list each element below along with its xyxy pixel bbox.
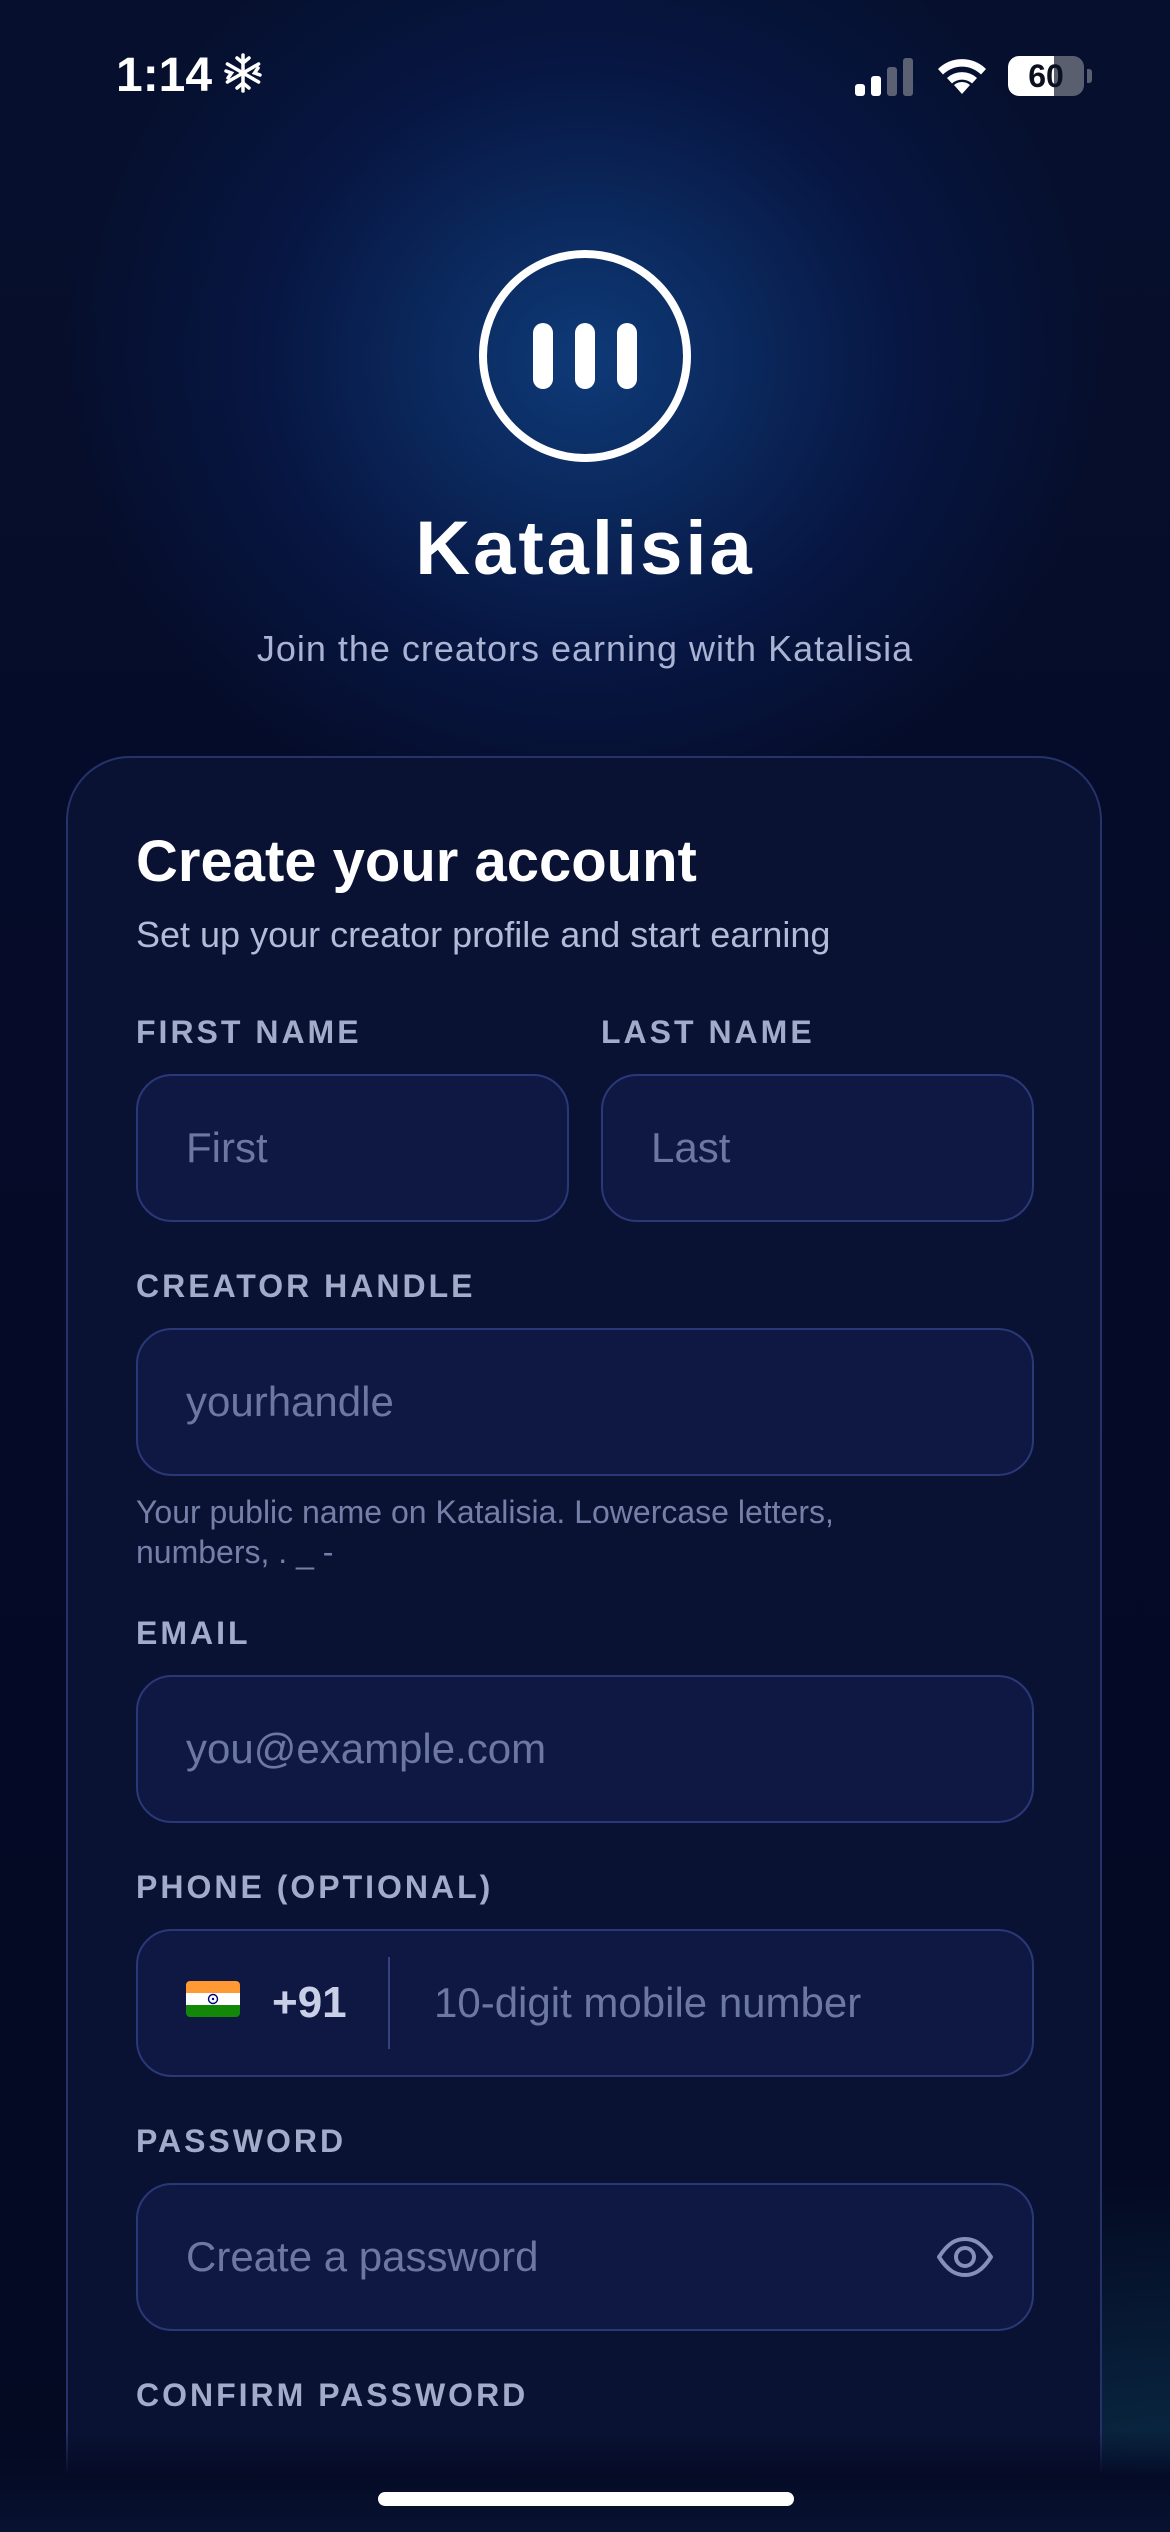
confirm-password-label: CONFIRM PASSWORD [136, 2377, 529, 2413]
last-name-field[interactable] [601, 1074, 1034, 1222]
creator-handle-field[interactable] [136, 1328, 1034, 1476]
phone-field[interactable]: +91 [136, 1929, 1034, 2077]
cellular-signal-icon [855, 58, 913, 96]
email-input[interactable] [186, 1677, 1000, 1821]
eye-icon[interactable] [936, 2231, 994, 2283]
password-field[interactable] [136, 2183, 1034, 2331]
creator-handle-helper: Your public name on Katalisia. Lowercase… [136, 1494, 834, 1570]
last-name-input[interactable] [651, 1076, 1000, 1220]
password-label: PASSWORD [136, 2123, 347, 2159]
country-dial-code[interactable]: +91 [272, 1931, 347, 2075]
brand-tagline: Join the creators earning with Katalisia [256, 628, 914, 669]
wifi-icon [938, 59, 986, 94]
phone-label: PHONE (OPTIONAL) [136, 1869, 494, 1905]
battery-tip [1087, 69, 1092, 83]
battery-level: 60 [1028, 58, 1064, 94]
india-flag-icon[interactable] [186, 1981, 240, 2017]
status-bar: 1:14 60 [0, 0, 1170, 150]
battery-indicator: 60 [1008, 56, 1092, 96]
form-subtitle: Set up your creator profile and start ea… [136, 914, 831, 955]
phone-divider [388, 1957, 390, 2049]
last-name-label: LAST NAME [601, 1014, 815, 1050]
phone-input[interactable] [434, 1931, 1014, 2075]
email-label: EMAIL [136, 1615, 251, 1651]
bottom-fade [0, 2430, 1170, 2532]
form-title: Create your account [136, 829, 697, 894]
signup-screen: 1:14 60 Katalisia Join the creators earn… [0, 0, 1170, 2532]
battery-body: 60 [1008, 56, 1084, 96]
password-input[interactable] [186, 2185, 886, 2329]
brand-name: Katalisia [415, 506, 755, 591]
home-indicator[interactable] [378, 2492, 794, 2506]
status-time: 1:14 [116, 49, 213, 102]
creator-handle-label: CREATOR HANDLE [136, 1268, 476, 1304]
first-name-label: FIRST NAME [136, 1014, 362, 1050]
email-field[interactable] [136, 1675, 1034, 1823]
creator-handle-input[interactable] [186, 1330, 1000, 1474]
first-name-input[interactable] [186, 1076, 535, 1220]
first-name-field[interactable] [136, 1074, 569, 1222]
snowflake-icon [224, 53, 262, 93]
pause-bars-logo-icon [479, 250, 691, 462]
